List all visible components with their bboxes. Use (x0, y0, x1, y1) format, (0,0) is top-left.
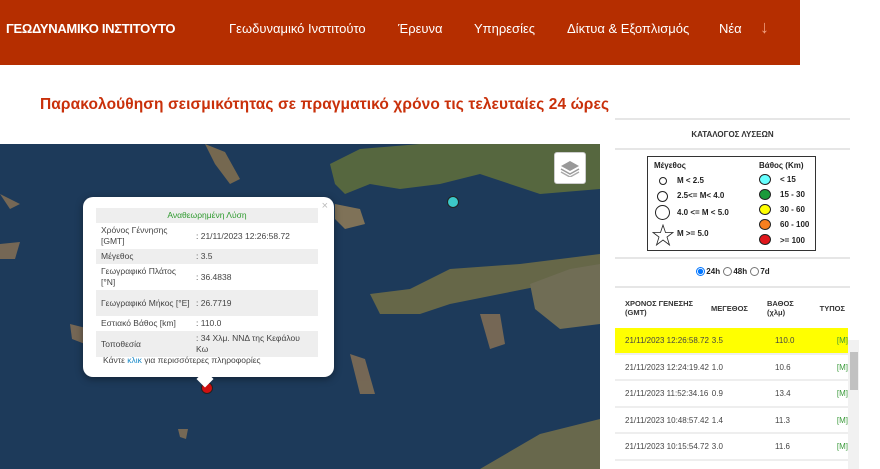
catalog-table-header: ΧΡΟΝΟΣ ΓΕΝΕΣΗΣ (GMT) ΜΕΓΕΘΟΣ ΒΑΘΟΣ (χλμ)… (615, 288, 850, 328)
scrollbar-thumb[interactable] (850, 352, 858, 390)
event-details: Αναθεωρημένη Λύση Χρόνος Γέννησης [GMT]:… (96, 208, 318, 357)
nav-news[interactable]: Νέα (719, 21, 742, 36)
range-7d-radio[interactable] (750, 267, 760, 277)
cell-depth: 13.4 (775, 389, 791, 399)
close-icon[interactable]: × (322, 200, 328, 212)
legend-mag-title: Μέγεθος (654, 161, 686, 170)
catalog-panel: ΚΑΤΑΛΟΓΟΣ ΛΥΣΕΩΝ Μέγεθος M < 2.5 2.5<= M… (615, 118, 850, 461)
detail-value: : 34 Χλμ. ΝΝΔ της Κεφάλου Κω (196, 331, 318, 357)
nav-services[interactable]: Υπηρεσίες (474, 21, 535, 36)
detail-value: : 36.4838 (196, 271, 232, 282)
popup-heading: Αναθεωρημένη Λύση (96, 208, 318, 223)
nav-research[interactable]: Έρευνα (398, 21, 443, 36)
cell-magnitude: 3.5 (711, 336, 723, 346)
map-legend: Μέγεθος M < 2.5 2.5<= M< 4.0 4.0 <= M < … (647, 156, 816, 251)
range-label: 24h (706, 267, 721, 276)
more-suffix: για περισσότερες πληροφορίες (141, 355, 261, 365)
catalog-title: ΚΑΤΑΛΟΓΟΣ ΛΥΣΕΩΝ (691, 130, 774, 139)
more-info-link[interactable]: κλικ (127, 355, 142, 365)
catalog-scrollbar[interactable] (848, 340, 859, 469)
table-row[interactable]: 21/11/2023 10:48:57.42 1.4 11.3 [M] (615, 408, 848, 435)
col-type[interactable]: ΤΥΠΟΣ (817, 304, 845, 313)
cell-depth: 11.3 (775, 415, 790, 425)
detail-label: Γεωγραφικό Πλάτος [°N] (101, 266, 176, 287)
cell-depth: 110.0 (775, 336, 795, 346)
detail-label: Γεωγραφικό Μήκος [°E] (96, 290, 196, 316)
range-label: 7d (760, 267, 770, 276)
cell-type: [M] (836, 362, 848, 372)
page-title: Παρακολούθηση σεισμικότητας σε πραγματικ… (40, 96, 610, 113)
detail-value: : 110.0 (196, 318, 222, 328)
legend-depth-title: Βάθος (Km) (759, 161, 804, 170)
cell-time: 21/11/2023 10:48:57.42 (625, 415, 709, 425)
cell-type: [M] (836, 415, 848, 425)
cell-depth: 11.6 (775, 442, 790, 452)
range-24h-radio[interactable] (696, 267, 706, 277)
cell-magnitude: 3.0 (711, 442, 723, 452)
range-label: 48h (733, 267, 748, 276)
layers-control[interactable] (554, 152, 586, 184)
legend-mag: 4.0 <= M < 5.0 (677, 208, 729, 217)
legend-depth: 60 - 100 (780, 220, 810, 229)
arrow-down-icon[interactable]: ↓ (760, 17, 769, 38)
detail-label: Μέγεθος (96, 249, 196, 264)
time-range-selector: 24h 48h 7d (615, 259, 850, 286)
cell-depth: 10.6 (775, 362, 791, 372)
col-magnitude[interactable]: ΜΕΓΕΘΟΣ (711, 304, 767, 313)
detail-value: : 3.5 (196, 249, 318, 264)
cell-time: 21/11/2023 11:52:34.16 (625, 389, 709, 399)
site-header: ΓΕΩΔΥΝΑΜΙΚΟ ΙΝΣΤΙΤΟΥΤΟ Γεωδυναμικό Ινστι… (0, 0, 800, 65)
detail-label: Χρόνος Γέννησης [GMT] (101, 225, 168, 246)
table-row[interactable]: 21/11/2023 12:24:19.42 1.0 10.6 [M] (615, 355, 848, 382)
legend-mag: 2.5<= M< 4.0 (677, 191, 725, 200)
cell-type: [M] (836, 336, 848, 346)
range-48h-radio[interactable] (723, 267, 733, 277)
layers-icon (560, 161, 580, 177)
col-depth[interactable]: ΒΑΘΟΣ (χλμ) (767, 299, 817, 317)
legend-depth: 30 - 60 (780, 205, 805, 214)
event-popup: × Αναθεωρημένη Λύση Χρόνος Γέννησης [GMT… (83, 197, 334, 388)
star-icon (652, 224, 674, 246)
detail-label: Τοποθεσία (96, 331, 196, 357)
cell-type: [M] (836, 442, 848, 452)
legend-mag: M < 2.5 (677, 176, 704, 185)
cell-time: 21/11/2023 12:24:19.42 (625, 362, 709, 372)
earthquake-marker-shallow[interactable] (447, 196, 459, 208)
catalog-rows: 21/11/2023 12:26:58.72 3.5 110.0 [M] 21/11/… (615, 328, 850, 461)
cell-magnitude: 1.0 (711, 362, 723, 372)
cell-time: 21/11/2023 10:15:54.72 (625, 442, 709, 452)
cell-time: 21/11/2023 12:26:58.72 (625, 336, 709, 346)
cell-type: [M] (836, 389, 848, 399)
cell-magnitude: 1.4 (711, 415, 723, 425)
more-info-text: Κάντε κλικ για περισσότερες πληροφορίες (103, 355, 261, 365)
col-time[interactable]: ΧΡΟΝΟΣ ΓΕΝΕΣΗΣ (GMT) (625, 299, 711, 317)
legend-depth: < 15 (780, 175, 796, 184)
table-row[interactable]: 21/11/2023 11:52:34.16 0.9 13.4 [M] (615, 381, 848, 408)
detail-value: : 21/11/2023 12:26:58.72 (196, 230, 290, 241)
nav-institute[interactable]: Γεωδυναμικό Ινστιτούτο (229, 21, 366, 36)
table-row[interactable]: 21/11/2023 10:15:54.72 3.0 11.6 [M] (615, 434, 848, 461)
table-row[interactable]: 21/11/2023 12:26:58.72 3.5 110.0 [M] (615, 328, 848, 355)
cell-magnitude: 0.9 (711, 389, 723, 399)
nav-networks[interactable]: Δίκτυα & Εξοπλισμός (567, 21, 689, 36)
detail-label: Εστιακό Βάθος [km] (101, 318, 176, 328)
legend-depth: >= 100 (780, 236, 805, 245)
more-prefix: Κάντε (103, 355, 128, 365)
site-logo[interactable]: ΓΕΩΔΥΝΑΜΙΚΟ ΙΝΣΤΙΤΟΥΤΟ (6, 21, 175, 36)
detail-value: : 26.7719 (196, 290, 318, 316)
legend-depth: 15 - 30 (780, 190, 805, 199)
legend-mag: M >= 5.0 (677, 229, 709, 238)
